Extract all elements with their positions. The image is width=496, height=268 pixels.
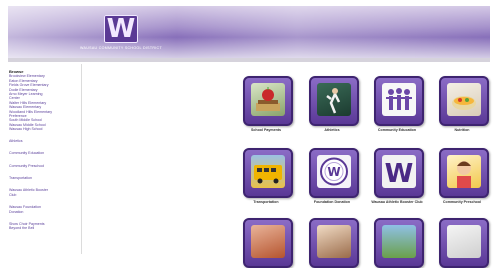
sidebar-link-community-education[interactable]: Community Education — [9, 151, 79, 155]
bowl-icon — [447, 83, 481, 116]
graduation-icon — [382, 225, 416, 258]
school-bus-icon — [251, 155, 285, 188]
tile-label[interactable]: Wausau Athletic Booster Club — [366, 200, 428, 204]
sidebar-link[interactable]: Wausau High School — [9, 127, 79, 131]
tile-community-education[interactable] — [374, 76, 424, 126]
tile-music[interactable] — [439, 218, 489, 268]
sidebar-divider — [81, 64, 82, 254]
athlete-icon — [317, 83, 351, 116]
child-icon — [447, 155, 481, 188]
tile-label[interactable]: Athletics — [301, 128, 363, 132]
district-logo[interactable]: W — [104, 15, 138, 43]
sidebar-link-community-preschool[interactable]: Community Preschool — [9, 164, 79, 168]
tile-school-payments[interactable] — [243, 76, 293, 126]
students-icon — [251, 225, 285, 258]
tile-transportation[interactable] — [243, 148, 293, 198]
sidebar-link-label: Club — [9, 192, 17, 197]
tile-label[interactable]: Nutrition — [431, 128, 493, 132]
music-icon — [447, 225, 481, 258]
tile-graduation[interactable] — [374, 218, 424, 268]
people-icon — [382, 83, 416, 116]
tile-athletics[interactable] — [309, 76, 359, 126]
tile-label[interactable]: School Payments — [235, 128, 297, 132]
w-seal-icon: W — [317, 155, 351, 188]
sidebar-link-transportation[interactable]: Transportation — [9, 176, 79, 180]
svg-text:W: W — [327, 165, 340, 179]
tile-label[interactable]: Transportation — [235, 200, 297, 204]
apple-books-icon — [251, 83, 285, 116]
sidebar-link-athletics[interactable]: Athletics — [9, 139, 79, 143]
classroom-icon — [317, 225, 351, 258]
header-divider — [8, 58, 490, 62]
sidebar-link-foundation-donation[interactable]: Wausau Foundation Donation — [9, 205, 79, 214]
tile-community-preschool[interactable] — [439, 148, 489, 198]
tile-label[interactable]: Foundation Donation — [301, 200, 363, 204]
tile-students[interactable] — [243, 218, 293, 268]
sidebar-nav: Browse Brookview Elementary Eaton Elemen… — [9, 69, 79, 231]
sidebar-link-label: Beyond the Bell — [9, 226, 35, 231]
w-logo-icon: W — [382, 155, 416, 188]
sidebar-link-show-choir[interactable]: Show Choir Payments Beyond the Bell — [9, 222, 79, 231]
tile-label[interactable]: Community Preschool — [431, 200, 493, 204]
tile-label[interactable]: Community Education — [366, 128, 428, 132]
svg-text:W: W — [385, 159, 414, 188]
sidebar-link-booster-club[interactable]: Wausau Athletic Booster Club — [9, 188, 79, 197]
district-name: WAUSAU COMMUNITY SCHOOL DISTRICT — [80, 46, 162, 50]
sidebar-link-label: Donation — [9, 209, 24, 214]
tile-nutrition[interactable] — [439, 76, 489, 126]
header-background — [8, 6, 490, 58]
tile-classroom[interactable] — [309, 218, 359, 268]
site-header: W WAUSAU COMMUNITY SCHOOL DISTRICT — [8, 6, 490, 58]
tile-booster-club[interactable]: W — [374, 148, 424, 198]
tile-foundation-donation[interactable]: W — [309, 148, 359, 198]
